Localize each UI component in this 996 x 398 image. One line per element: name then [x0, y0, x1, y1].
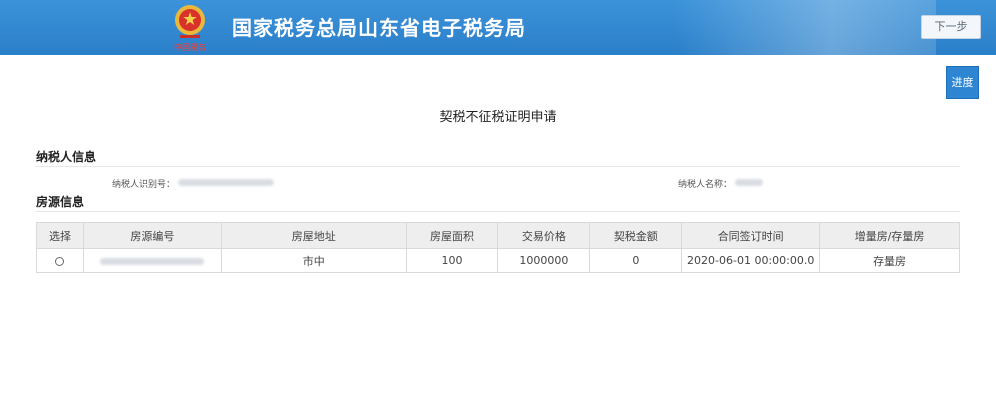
site-title: 国家税务总局山东省电子税务局: [232, 16, 526, 40]
column-header-address: 房屋地址: [220, 222, 407, 249]
table-header-row: 选择 房源编号 房屋地址 房屋面积 交易价格 契税金额 合同签订时间 增量房/存…: [36, 222, 960, 249]
taxpayer-section-title: 纳税人信息: [36, 150, 97, 164]
column-header-tax: 契税金额: [589, 222, 683, 249]
house-id-redacted: [100, 257, 205, 265]
column-header-select: 选择: [36, 222, 84, 249]
table-row[interactable]: 市中 100 1000000 0 2020-06-01 00:00:00.0 存…: [36, 248, 960, 273]
house-section-divider: [36, 211, 960, 212]
address-cell: 市中: [220, 248, 407, 273]
column-header-house-id: 房源编号: [82, 222, 222, 249]
page-title: 契税不征税证明申请: [439, 110, 557, 125]
site-header: 中国税务 国家税务总局山东省电子税务局 下一步: [0, 0, 996, 55]
house-id-cell: [82, 248, 222, 273]
house-table: 选择 房源编号 房屋地址 房屋面积 交易价格 契税金额 合同签订时间 增量房/存…: [36, 222, 960, 273]
taxpayer-id-value-redacted: [178, 179, 274, 186]
taxpayer-name-label: 纳税人名称：: [678, 180, 733, 190]
emblem-caption: 中国税务: [174, 42, 206, 52]
house-section-title: 房源信息: [36, 195, 85, 209]
tax-cell: 0: [589, 248, 683, 273]
tax-emblem-icon: 中国税务: [174, 5, 206, 52]
select-cell: [36, 248, 84, 273]
taxpayer-name-value-redacted: [735, 179, 763, 186]
house-type-cell: 存量房: [819, 248, 960, 273]
next-step-button[interactable]: 下一步: [921, 15, 981, 39]
row-select-radio[interactable]: [55, 256, 65, 266]
great-wall-banner-image: [676, 0, 936, 55]
contract-time-cell: 2020-06-01 00:00:00.0: [681, 248, 821, 273]
column-header-contract-time: 合同签订时间: [681, 222, 821, 249]
taxpayer-id-label: 纳税人识别号：: [112, 180, 176, 190]
column-header-area: 房屋面积: [405, 222, 499, 249]
area-cell: 100: [405, 248, 499, 273]
price-cell: 1000000: [497, 248, 591, 273]
taxpayer-section-divider: [36, 166, 960, 167]
progress-button[interactable]: 进度: [946, 66, 979, 99]
column-header-price: 交易价格: [497, 222, 591, 249]
column-header-house-type: 增量房/存量房: [819, 222, 960, 249]
